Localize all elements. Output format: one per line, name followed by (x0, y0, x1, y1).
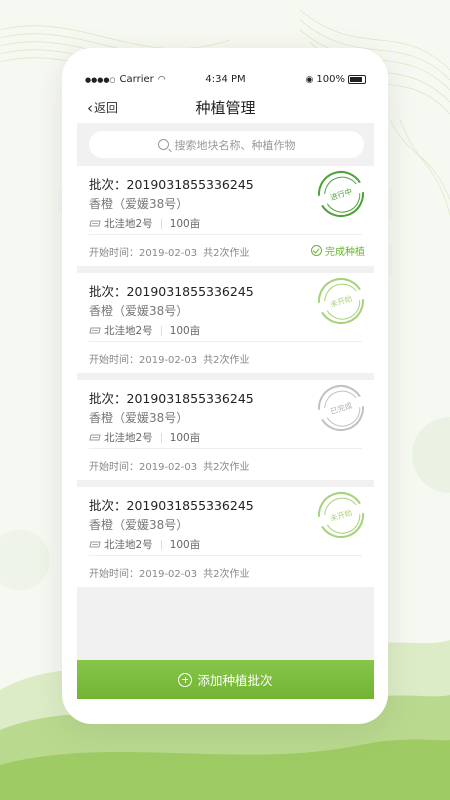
batch-meta: 开始时间：2019-02-03 共2次作业 (89, 458, 250, 473)
batch-card[interactable]: 批次：2019031855336245 香橙（爱媛38号） 北洼地2号 100亩… (77, 165, 374, 266)
search-input[interactable]: 搜索地块名称、种植作物 (89, 131, 364, 158)
batch-meta: 开始时间：2019-02-03 共2次作业 (89, 244, 250, 259)
plot-name: 北洼地2号 (104, 432, 153, 444)
plot-name: 北洼地2号 (104, 539, 153, 551)
start-time: 开始时间：2019-02-03 (89, 462, 198, 473)
status-stamp: 进行中 (312, 165, 370, 223)
divider (89, 555, 362, 556)
batch-card[interactable]: 批次：2019031855336245 香橙（爱媛38号） 北洼地2号 100亩… (77, 379, 374, 480)
plot-info: 北洼地2号 100亩 (89, 537, 200, 552)
start-time: 开始时间：2019-02-03 (89, 569, 198, 580)
start-time: 开始时间：2019-02-03 (89, 248, 198, 259)
batch-meta: 开始时间：2019-02-03 共2次作业 (89, 565, 250, 580)
add-batch-label: 添加种植批次 (197, 673, 273, 688)
land-icon (89, 434, 101, 441)
plot-name: 北洼地2号 (104, 218, 153, 230)
job-count: 共2次作业 (203, 569, 250, 580)
search-area: 搜索地块名称、种植作物 (77, 123, 374, 166)
crop-name: 香橙（爱媛38号） (89, 411, 189, 425)
crop-name: 香橙（爱媛38号） (89, 304, 189, 318)
phone-side-button (388, 245, 392, 275)
phone-side-button (388, 190, 392, 220)
job-count: 共2次作业 (203, 248, 250, 259)
batch-card[interactable]: 批次：2019031855336245 香橙（爱媛38号） 北洼地2号 100亩… (77, 486, 374, 587)
batch-number: 批次：2019031855336245 (89, 177, 254, 192)
land-icon (89, 541, 101, 548)
plot-name: 北洼地2号 (104, 325, 153, 337)
plot-info: 北洼地2号 100亩 (89, 430, 200, 445)
separator (160, 218, 162, 229)
plot-info: 北洼地2号 100亩 (89, 216, 200, 231)
page-title: 种植管理 (195, 99, 256, 117)
divider (89, 234, 362, 235)
separator (160, 432, 162, 443)
separator (160, 325, 162, 336)
divider (89, 341, 362, 342)
battery-percent: 100% (316, 74, 345, 85)
status-stamp: 未开始 (312, 486, 370, 544)
status-stamp: 未开始 (312, 272, 370, 330)
crop-name: 香橙（爱媛38号） (89, 518, 189, 532)
plot-info: 北洼地2号 100亩 (89, 323, 200, 338)
search-placeholder: 搜索地块名称、种植作物 (174, 138, 296, 152)
batch-number: 批次：2019031855336245 (89, 284, 254, 299)
batch-card[interactable]: 批次：2019031855336245 香橙（爱媛38号） 北洼地2号 100亩… (77, 272, 374, 373)
nav-bar: ‹ 返回 种植管理 (77, 89, 374, 123)
add-batch-button[interactable]: 添加种植批次 (77, 660, 374, 699)
battery-icon (348, 75, 366, 84)
app-screen: ●●●●○ Carrier ◠ 4:34 PM ◉ 100% ‹ 返回 种植管理… (77, 71, 374, 699)
land-icon (89, 327, 101, 334)
batch-meta: 开始时间：2019-02-03 共2次作业 (89, 351, 250, 366)
plot-area: 100亩 (169, 432, 201, 444)
plot-area: 100亩 (169, 218, 201, 230)
complete-planting-label: 完成种植 (325, 247, 365, 258)
start-time: 开始时间：2019-02-03 (89, 355, 198, 366)
batch-number: 批次：2019031855336245 (89, 498, 254, 513)
orientation-lock-icon: ◉ (305, 74, 314, 85)
separator (160, 539, 162, 550)
plot-area: 100亩 (169, 539, 201, 551)
land-icon (89, 220, 101, 227)
complete-planting-button[interactable]: 完成种植 (311, 243, 365, 258)
divider (89, 448, 362, 449)
crop-name: 香橙（爱媛38号） (89, 197, 189, 211)
plot-area: 100亩 (169, 325, 201, 337)
check-circle-icon (311, 245, 322, 256)
job-count: 共2次作业 (203, 462, 250, 473)
phone-side-button (58, 190, 62, 212)
search-icon (157, 139, 169, 150)
status-bar: ●●●●○ Carrier ◠ 4:34 PM ◉ 100% (77, 71, 374, 89)
job-count: 共2次作业 (203, 355, 250, 366)
status-stamp: 已完成 (312, 379, 370, 437)
batch-number: 批次：2019031855336245 (89, 391, 254, 406)
plus-circle-icon (178, 672, 193, 687)
